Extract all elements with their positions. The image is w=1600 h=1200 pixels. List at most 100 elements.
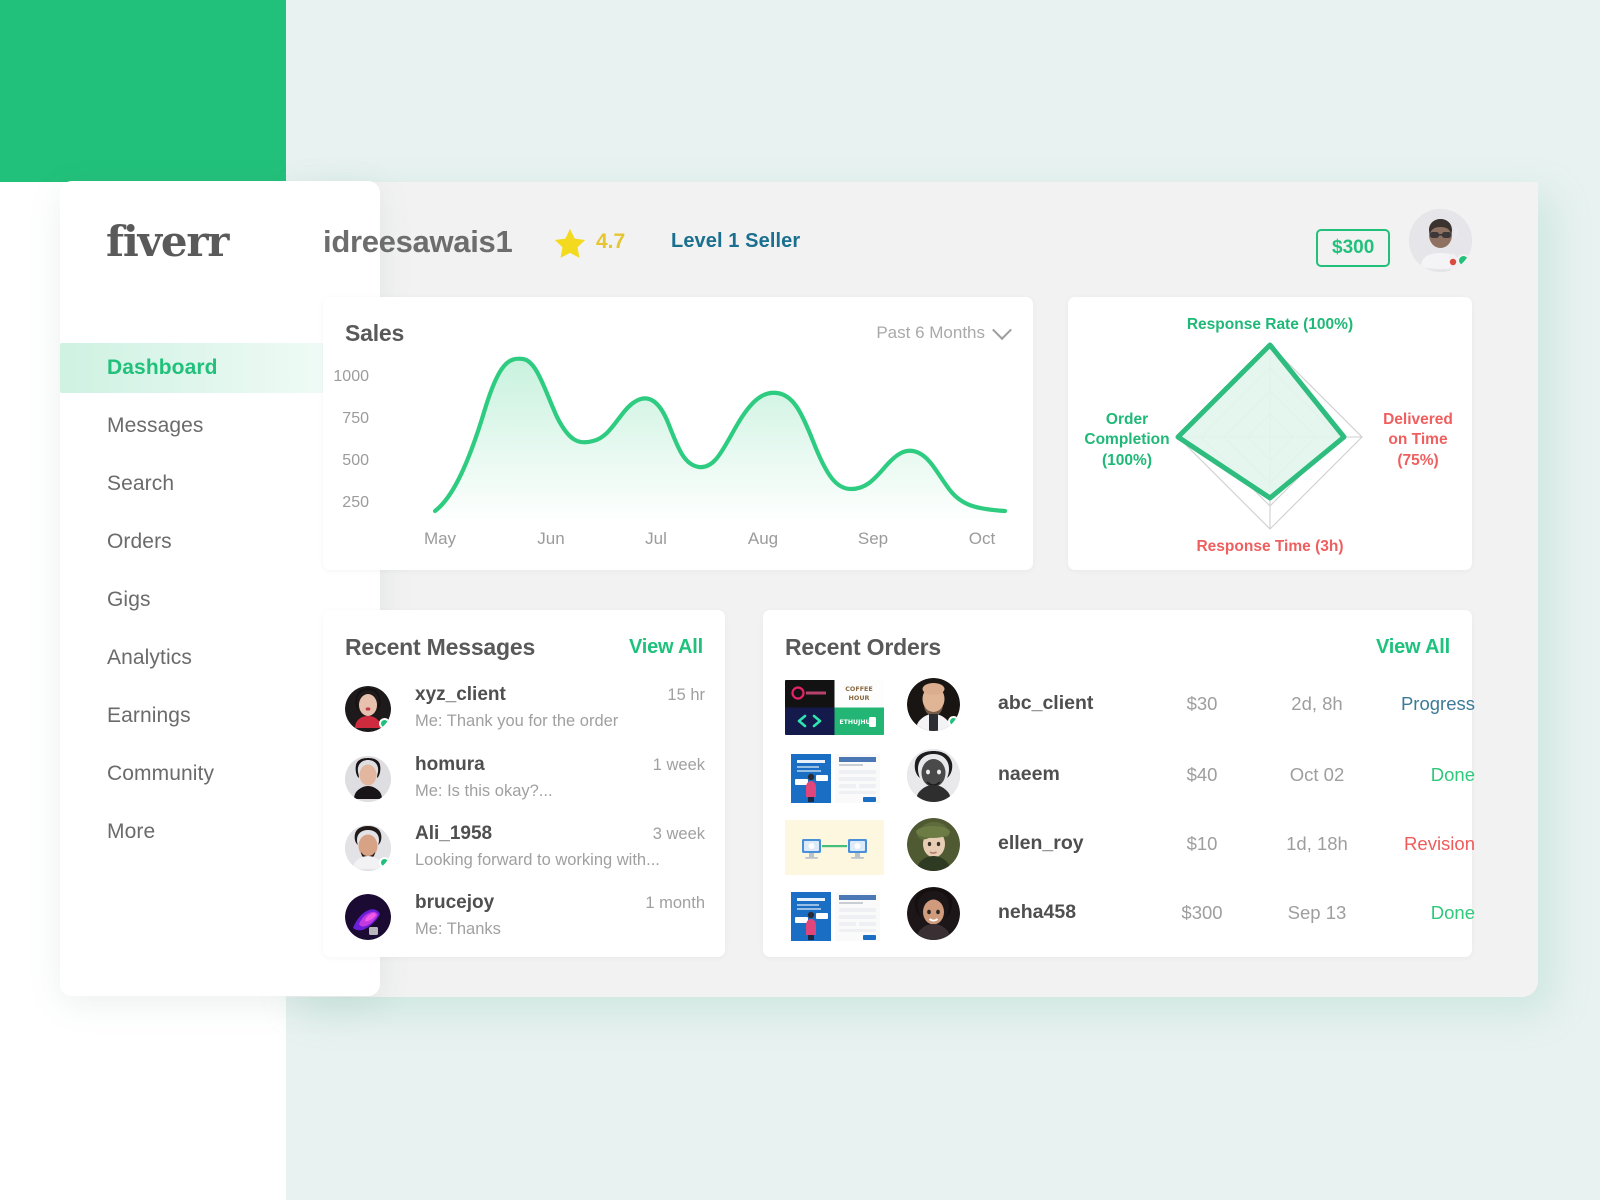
sidebar-item-label: Earnings bbox=[107, 704, 191, 727]
avatar bbox=[907, 887, 960, 940]
svg-text:COFFEE: COFFEE bbox=[845, 685, 873, 693]
online-status-dot bbox=[948, 716, 959, 727]
message-list-item[interactable]: homura Me: Is this okay?... 1 week bbox=[345, 752, 705, 818]
message-timestamp: 3 week bbox=[652, 825, 705, 843]
order-client: ellen_roy bbox=[998, 832, 1084, 854]
message-sender: homura bbox=[415, 754, 485, 775]
avatar bbox=[345, 686, 391, 732]
sidebar-item-label: Gigs bbox=[107, 588, 151, 611]
order-status-badge: Revision bbox=[1404, 833, 1475, 854]
gig-thumbnail-landing-page bbox=[785, 889, 884, 944]
order-due-date: 1d, 18h bbox=[1286, 833, 1348, 854]
radar-chart bbox=[1175, 342, 1363, 530]
gig-thumbnail-monitors bbox=[785, 820, 884, 875]
chevron-down-icon bbox=[992, 320, 1012, 341]
avatar bbox=[345, 825, 391, 871]
star-icon bbox=[552, 226, 588, 262]
date-range-selector[interactable]: Past 6 Months bbox=[876, 320, 1012, 343]
radar-label-response-rate: Response Rate (100%) bbox=[1186, 316, 1354, 333]
gig-thumbnail-landing-page bbox=[785, 751, 884, 806]
message-sender: xyz_client bbox=[415, 684, 506, 705]
online-status-dot bbox=[1457, 254, 1470, 267]
order-price: $300 bbox=[1181, 902, 1223, 923]
view-all-messages-link[interactable]: View All bbox=[629, 636, 703, 659]
y-axis-tick: 250 bbox=[342, 494, 369, 511]
card-title-messages: Recent Messages bbox=[345, 634, 536, 660]
message-preview: Looking forward to working with... bbox=[415, 851, 660, 869]
sales-chart-card: Sales Past 6 Months 1000 750 500 250 May… bbox=[323, 297, 1033, 570]
order-row[interactable]: ellen_roy $10 1d, 18h Revision bbox=[785, 818, 1475, 887]
order-due-date: Oct 02 bbox=[1289, 764, 1345, 785]
radar-label-delivered-on-time: Delivered on Time (75%) bbox=[1383, 411, 1453, 469]
radar-label-response-time: Response Time (3h) bbox=[1196, 538, 1344, 555]
order-price: $30 bbox=[1186, 693, 1218, 714]
x-axis-tick: Sep bbox=[857, 529, 889, 548]
seller-level-badge: Level 1 Seller bbox=[671, 230, 801, 252]
order-status-badge: Done bbox=[1430, 764, 1475, 785]
order-row[interactable]: neha458 $300 Sep 13 Done bbox=[785, 887, 1475, 956]
message-sender: Ali_1958 bbox=[415, 823, 493, 844]
y-axis-tick: 500 bbox=[342, 452, 369, 469]
recent-messages-card: Recent Messages View All xyz_client Me: … bbox=[323, 610, 725, 957]
avatar bbox=[345, 756, 391, 802]
x-axis-tick: Jul bbox=[645, 529, 667, 548]
y-axis-tick: 750 bbox=[342, 410, 369, 427]
order-price: $10 bbox=[1186, 833, 1218, 854]
message-list-item[interactable]: Ali_1958 Looking forward to working with… bbox=[345, 821, 705, 887]
message-preview: Me: Is this okay?... bbox=[415, 782, 553, 800]
order-price: $40 bbox=[1186, 764, 1218, 785]
rating-value: 4.7 bbox=[596, 230, 626, 253]
message-timestamp: 1 week bbox=[652, 756, 705, 774]
message-timestamp: 1 month bbox=[645, 894, 705, 912]
message-timestamp: 15 hr bbox=[667, 686, 705, 704]
sidebar-item-label: Orders bbox=[107, 530, 172, 553]
order-client: abc_client bbox=[998, 692, 1094, 714]
view-all-orders-link[interactable]: View All bbox=[1376, 636, 1450, 659]
app-root: fiverr Dashboard Messages Search Orders … bbox=[0, 0, 1600, 1200]
performance-radar-card: Response Rate (100%) Order Completion (1… bbox=[1068, 297, 1472, 570]
avatar[interactable] bbox=[1409, 209, 1472, 272]
order-row[interactable]: naeem $40 Oct 02 Done bbox=[785, 749, 1475, 818]
order-status-badge: Progress bbox=[1400, 693, 1475, 714]
order-status-badge: Done bbox=[1430, 902, 1475, 923]
avatar bbox=[907, 749, 960, 802]
date-range-label: Past 6 Months bbox=[876, 323, 985, 342]
message-list-item[interactable]: brucejoy Me: Thanks 1 month bbox=[345, 890, 705, 956]
avatar bbox=[345, 894, 391, 940]
gig-thumbnail-logo-grid: COFFEE HOUR ETHUJHU bbox=[785, 680, 884, 735]
svg-text:HOUR: HOUR bbox=[849, 694, 870, 702]
svg-text:ETHUJHU: ETHUJHU bbox=[839, 719, 870, 726]
sidebar-item-label: Analytics bbox=[107, 646, 192, 669]
sales-area-chart bbox=[432, 356, 1008, 519]
order-due-date: Sep 13 bbox=[1287, 902, 1347, 923]
message-preview: Me: Thank you for the order bbox=[415, 712, 619, 730]
recent-orders-card: Recent Orders View All COFFEE HOUR ETHUJ… bbox=[763, 610, 1475, 957]
card-title-sales: Sales bbox=[345, 320, 405, 346]
message-preview: Me: Thanks bbox=[415, 920, 501, 938]
x-axis-tick: May bbox=[423, 529, 457, 548]
avatar bbox=[907, 678, 960, 731]
sidebar-item-label: Search bbox=[107, 472, 175, 495]
online-status-dot bbox=[379, 718, 390, 729]
fiverr-logo[interactable]: fiverr bbox=[106, 217, 229, 266]
x-axis-tick: Jun bbox=[537, 529, 565, 548]
sidebar-item-label: More bbox=[107, 820, 156, 843]
y-axis-tick: 1000 bbox=[333, 368, 369, 385]
avatar bbox=[907, 818, 960, 871]
x-axis-tick: Aug bbox=[747, 529, 779, 548]
order-client: naeem bbox=[998, 763, 1060, 785]
x-axis-tick: Oct bbox=[968, 529, 996, 548]
balance-pill[interactable]: $300 bbox=[1316, 229, 1391, 267]
order-row[interactable]: COFFEE HOUR ETHUJHU abc_client $30 2d, 8… bbox=[785, 678, 1475, 747]
background-green-block bbox=[0, 0, 286, 182]
sidebar-item-label: Community bbox=[107, 762, 215, 785]
online-status-dot bbox=[379, 857, 390, 868]
page-title: idreesawais1 bbox=[323, 224, 513, 259]
message-list-item[interactable]: xyz_client Me: Thank you for the order 1… bbox=[345, 682, 705, 748]
message-sender: brucejoy bbox=[415, 892, 495, 913]
sidebar-item-label: Dashboard bbox=[107, 356, 218, 379]
order-client: neha458 bbox=[998, 901, 1077, 923]
order-due-date: 2d, 8h bbox=[1291, 693, 1343, 714]
sidebar-item-label: Messages bbox=[107, 414, 204, 437]
card-title-orders: Recent Orders bbox=[785, 634, 941, 660]
